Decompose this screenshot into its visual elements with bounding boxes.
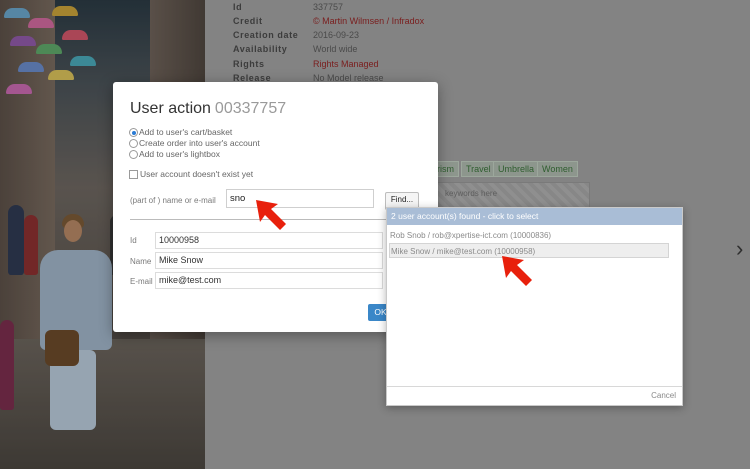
name-or-email-label: (part of ) name or e-mail bbox=[130, 196, 216, 205]
option-label: Add to user's cart/basket bbox=[139, 127, 233, 137]
email-label: E-mail bbox=[130, 277, 153, 286]
meta-row-creation-date: Creation date 2016-09-23 bbox=[233, 30, 433, 44]
popup-divider bbox=[387, 386, 682, 387]
tag[interactable]: Travel bbox=[461, 161, 496, 177]
dialog-title-number: 00337757 bbox=[214, 100, 287, 117]
meta-row-id: Id 337757 bbox=[233, 2, 433, 16]
meta-key: Creation date bbox=[233, 30, 299, 40]
option-label: Add to user's lightbox bbox=[139, 149, 221, 159]
cancel-link[interactable]: Cancel bbox=[651, 391, 676, 400]
name-label: Name bbox=[130, 257, 152, 266]
meta-value: 337757 bbox=[313, 2, 344, 12]
meta-value: 2016-09-23 bbox=[313, 30, 360, 40]
user-search-results-popup: 2 user account(s) found - click to selec… bbox=[386, 207, 683, 406]
result-item[interactable]: Rob Snob / rob@xpertise-ict.com (1000083… bbox=[389, 228, 669, 243]
next-chevron-icon[interactable]: › bbox=[736, 236, 743, 262]
checkbox-icon[interactable] bbox=[129, 170, 138, 179]
id-label: Id bbox=[130, 236, 137, 245]
meta-row-availability: Availability World wide bbox=[233, 44, 433, 58]
meta-key: Id bbox=[233, 2, 243, 12]
meta-key: Credit bbox=[233, 16, 263, 26]
tag[interactable]: Women bbox=[537, 161, 578, 177]
name-field[interactable]: Mike Snow bbox=[155, 252, 383, 269]
red-arrow-icon bbox=[256, 200, 286, 230]
id-field[interactable]: 10000958 bbox=[155, 232, 383, 249]
meta-row-credit: Credit © Martin Wilmsen / Infradox bbox=[233, 16, 433, 30]
email-field[interactable]: mike@test.com bbox=[155, 272, 383, 289]
dialog-title-text: User action bbox=[130, 100, 211, 117]
results-header: 2 user account(s) found - click to selec… bbox=[387, 208, 682, 225]
checkbox-label: User account doesn't exist yet bbox=[140, 169, 254, 179]
meta-value: © Martin Wilmsen / Infradox bbox=[313, 16, 425, 26]
dialog-title: User action 00337757 bbox=[130, 100, 286, 118]
keywords-placeholder: keywords here bbox=[445, 189, 498, 198]
keywords-input[interactable]: keywords here bbox=[420, 182, 590, 208]
meta-key: Availability bbox=[233, 44, 288, 54]
red-arrow-icon bbox=[502, 256, 532, 286]
tag[interactable]: Umbrella bbox=[493, 161, 540, 177]
name-or-email-input[interactable]: sno bbox=[226, 189, 374, 208]
radio-icon[interactable] bbox=[129, 139, 138, 148]
meta-row-rights: Rights Rights Managed bbox=[233, 59, 433, 73]
meta-key: Rights bbox=[233, 59, 265, 69]
meta-value: World wide bbox=[313, 44, 358, 54]
radio-checked-icon[interactable] bbox=[129, 128, 138, 137]
option-label: Create order into user's account bbox=[139, 138, 260, 148]
radio-icon[interactable] bbox=[129, 150, 138, 159]
meta-value: Rights Managed bbox=[313, 59, 379, 69]
